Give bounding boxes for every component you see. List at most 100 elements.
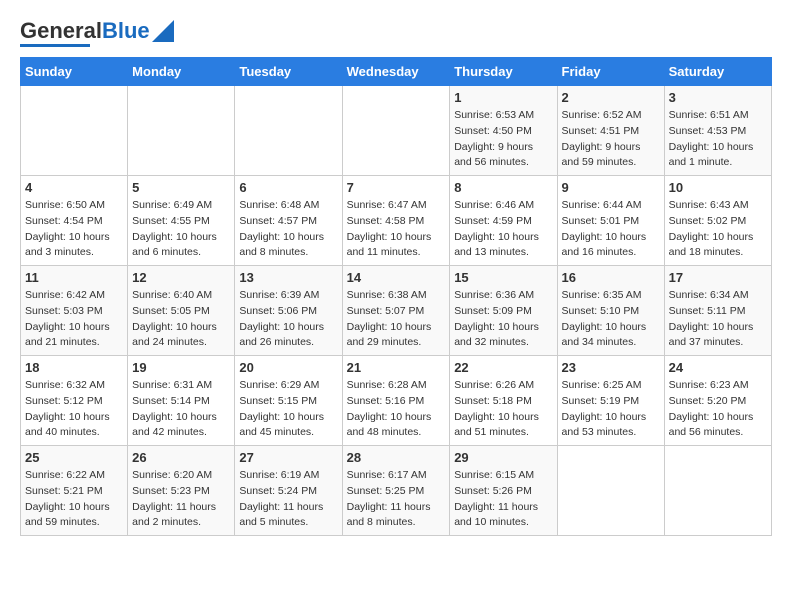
day-info: Sunrise: 6:17 AM [347, 468, 446, 484]
calendar-cell: 18 Sunrise: 6:32 AMSunset: 5:12 PMDayligh… [21, 356, 128, 446]
calendar-cell: 20 Sunrise: 6:29 AMSunset: 5:15 PMDayligh… [235, 356, 342, 446]
day-number: 24 [669, 360, 767, 375]
day-info: Sunrise: 6:20 AM [132, 468, 230, 484]
calendar-cell: 1Sunrise: 6:53 AMSunset: 4:50 PMDaylight… [450, 86, 557, 176]
calendar-cell: 27Sunrise: 6:19 AMSunset: 5:24 PMDayligh… [235, 446, 342, 536]
calendar-cell: 7Sunrise: 6:47 AMSunset: 4:58 PMDaylight… [342, 176, 450, 266]
day-info: Sunset: 4:53 PM [669, 124, 767, 140]
day-number: 13 [239, 270, 337, 285]
day-of-week-header: Friday [557, 58, 664, 86]
calendar-cell [128, 86, 235, 176]
day-info: Sunset: 5:21 PM [25, 484, 123, 500]
day-info: Daylight: 10 hours and 45 minutes. [239, 410, 337, 442]
day-of-week-header: Tuesday [235, 58, 342, 86]
logo-text: GeneralBlue [20, 20, 150, 42]
calendar-cell [664, 446, 771, 536]
day-info: Sunrise: 6:52 AM [562, 108, 660, 124]
logo-icon [152, 20, 174, 42]
day-number: 16 [562, 270, 660, 285]
day-info: Sunrise: 6:23 AM [669, 378, 767, 394]
calendar-cell: 24Sunrise: 6:23 AMSunset: 5:20 PMDayligh… [664, 356, 771, 446]
day-number: 11 [25, 270, 123, 285]
day-info: Sunset: 4:59 PM [454, 214, 552, 230]
day-number: 2 [562, 90, 660, 105]
day-info: Daylight: 10 hours and 34 minutes. [562, 320, 660, 352]
day-info: Sunset: 4:58 PM [347, 214, 446, 230]
calendar-cell: 13Sunrise: 6:39 AMSunset: 5:06 PMDayligh… [235, 266, 342, 356]
day-info: Daylight: 10 hours and 24 minutes. [132, 320, 230, 352]
day-number: 7 [347, 180, 446, 195]
calendar-cell: 26Sunrise: 6:20 AMSunset: 5:23 PMDayligh… [128, 446, 235, 536]
calendar-cell: 6Sunrise: 6:48 AMSunset: 4:57 PMDaylight… [235, 176, 342, 266]
day-info: Sunset: 5:10 PM [562, 304, 660, 320]
day-info: Sunrise: 6:35 AM [562, 288, 660, 304]
day-info: Sunset: 5:24 PM [239, 484, 337, 500]
day-info: Sunset: 5:01 PM [562, 214, 660, 230]
calendar-cell: 2Sunrise: 6:52 AMSunset: 4:51 PMDaylight… [557, 86, 664, 176]
calendar-cell: 23Sunrise: 6:25 AMSunset: 5:19 PMDayligh… [557, 356, 664, 446]
calendar-cell: 4Sunrise: 6:50 AMSunset: 4:54 PMDaylight… [21, 176, 128, 266]
day-info: Sunrise: 6:34 AM [669, 288, 767, 304]
calendar-cell: 16 Sunrise: 6:35 AMSunset: 5:10 PMDayligh… [557, 266, 664, 356]
day-info: Daylight: 10 hours and 59 minutes. [25, 500, 123, 532]
calendar-cell: 12Sunrise: 6:40 AMSunset: 5:05 PMDayligh… [128, 266, 235, 356]
day-info: Daylight: 10 hours and 16 minutes. [562, 230, 660, 262]
day-number: 27 [239, 450, 337, 465]
day-info: Sunset: 5:15 PM [239, 394, 337, 410]
day-info: Daylight: 11 hours and 10 minutes. [454, 500, 552, 532]
calendar-cell: 3Sunrise: 6:51 AMSunset: 4:53 PMDaylight… [664, 86, 771, 176]
day-info: Sunrise: 6:40 AM [132, 288, 230, 304]
day-number: 12 [132, 270, 230, 285]
day-info: Sunrise: 6:47 AM [347, 198, 446, 214]
day-info: Sunrise: 6:31 AM [132, 378, 230, 394]
calendar-cell: 29Sunrise: 6:15 AMSunset: 5:26 PMDayligh… [450, 446, 557, 536]
day-number: 3 [669, 90, 767, 105]
day-info: Daylight: 10 hours and 13 minutes. [454, 230, 552, 262]
day-info: Daylight: 9 hours and 59 minutes. [562, 140, 660, 172]
day-info: Sunrise: 6:36 AM [454, 288, 552, 304]
calendar-cell [235, 86, 342, 176]
day-number: 21 [347, 360, 446, 375]
day-info: Sunrise: 6:50 AM [25, 198, 123, 214]
day-info: Daylight: 11 hours and 2 minutes. [132, 500, 230, 532]
day-info: Sunrise: 6:42 AM [25, 288, 123, 304]
day-info: Daylight: 10 hours and 21 minutes. [25, 320, 123, 352]
calendar-table: SundayMondayTuesdayWednesdayThursdayFrid… [20, 57, 772, 536]
day-info: Sunset: 4:50 PM [454, 124, 552, 140]
day-info: Sunrise: 6:32 AM [25, 378, 123, 394]
calendar-cell: 22Sunrise: 6:26 AMSunset: 5:18 PMDayligh… [450, 356, 557, 446]
day-info: Sunset: 4:55 PM [132, 214, 230, 230]
day-of-week-header: Thursday [450, 58, 557, 86]
day-info: Daylight: 10 hours and 40 minutes. [25, 410, 123, 442]
day-info: Daylight: 10 hours and 42 minutes. [132, 410, 230, 442]
day-info: Sunrise: 6:29 AM [239, 378, 337, 394]
day-info: Sunrise: 6:44 AM [562, 198, 660, 214]
day-info: Sunset: 5:25 PM [347, 484, 446, 500]
day-info: Daylight: 10 hours and 53 minutes. [562, 410, 660, 442]
day-info: Sunset: 5:12 PM [25, 394, 123, 410]
day-info: Sunrise: 6:53 AM [454, 108, 552, 124]
day-info: Daylight: 10 hours and 6 minutes. [132, 230, 230, 262]
calendar-cell: 8Sunrise: 6:46 AMSunset: 4:59 PMDaylight… [450, 176, 557, 266]
calendar-week-row: 18Sunrise: 6:32 AMSunset: 5:12 PMDayligh… [21, 356, 772, 446]
day-info: Sunset: 5:11 PM [669, 304, 767, 320]
calendar-cell: 11Sunrise: 6:42 AMSunset: 5:03 PMDayligh… [21, 266, 128, 356]
day-number: 20 [239, 360, 337, 375]
day-info: Daylight: 9 hours and 56 minutes. [454, 140, 552, 172]
day-info: Sunrise: 6:49 AM [132, 198, 230, 214]
day-number: 15 [454, 270, 552, 285]
day-number: 10 [669, 180, 767, 195]
calendar-cell [21, 86, 128, 176]
day-info: Sunset: 5:20 PM [669, 394, 767, 410]
day-number: 26 [132, 450, 230, 465]
day-info: Sunrise: 6:38 AM [347, 288, 446, 304]
day-number: 6 [239, 180, 337, 195]
calendar-cell: 15Sunrise: 6:36 AMSunset: 5:09 PMDayligh… [450, 266, 557, 356]
day-number: 22 [454, 360, 552, 375]
day-info: Sunrise: 6:48 AM [239, 198, 337, 214]
day-number: 18 [25, 360, 123, 375]
day-number: 4 [25, 180, 123, 195]
calendar-week-row: 4Sunrise: 6:50 AMSunset: 4:54 PMDaylight… [21, 176, 772, 266]
day-number: 28 [347, 450, 446, 465]
day-info: Sunrise: 6:15 AM [454, 468, 552, 484]
